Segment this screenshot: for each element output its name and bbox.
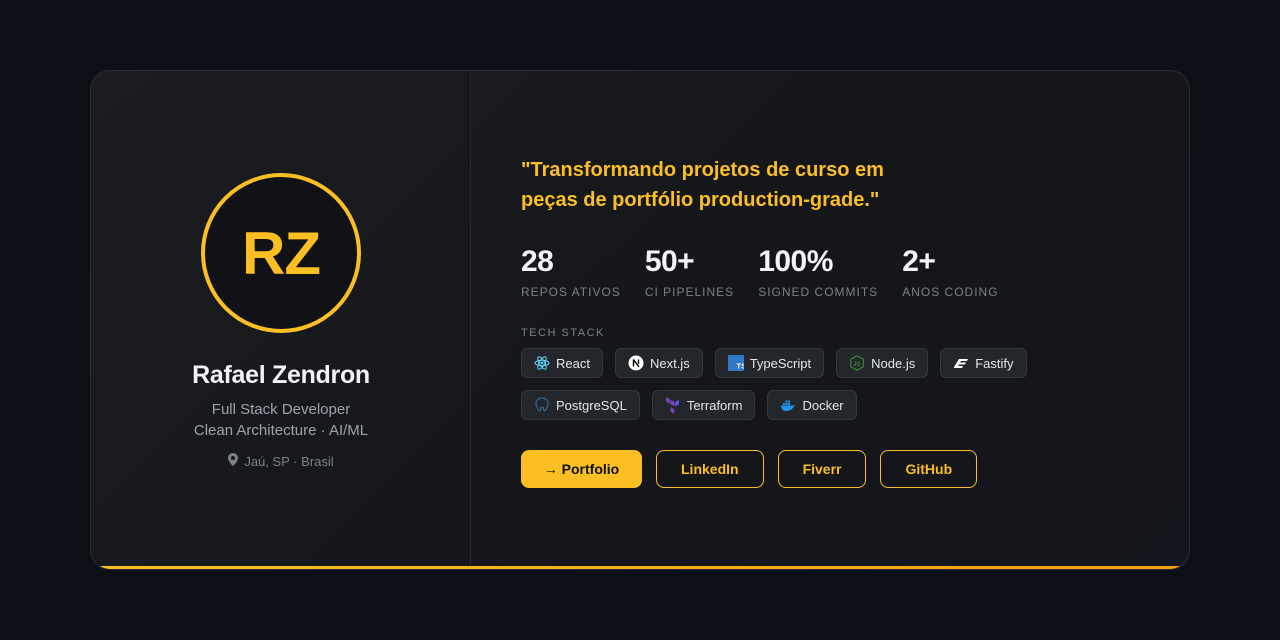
tag-fastify: Fastify [940, 348, 1027, 378]
tech-stack-heading: TECH STACK [521, 327, 605, 339]
details-panel: "Transformando projetos de curso em peça… [521, 71, 1189, 569]
stat-value: 2+ [902, 245, 936, 278]
stat-pipelines: 50+ CI PIPELINES [645, 245, 734, 299]
avatar: RZ [201, 173, 361, 333]
tag-react: React [521, 348, 603, 378]
stat-label: CI PIPELINES [644, 285, 735, 299]
nodejs-icon: JS [849, 355, 865, 371]
tag-typescript: TS TypeScript [714, 348, 825, 378]
stat-commits: 100% SIGNED COMMITS [758, 245, 878, 299]
tag-label: Node.js [871, 355, 916, 371]
tag-docker: Docker [767, 390, 857, 420]
typescript-icon: TS [727, 355, 744, 371]
tag-label: Fastify [975, 355, 1014, 371]
profile-panel: RZ Rafael Zendron Full Stack Developer C… [91, 71, 471, 569]
stat-label: SIGNED COMMITS [758, 285, 879, 299]
tag-nodejs: JS Node.js [836, 348, 929, 378]
profile-specialty: Clean Architecture · AI/ML [193, 422, 369, 439]
docker-icon [780, 397, 796, 413]
tagline-quote: "Transformando projetos de curso em peça… [521, 155, 941, 215]
stat-label: REPOS ATIVOS [521, 285, 621, 299]
tag-nextjs: Next.js [614, 348, 703, 378]
link-buttons: → Portfolio LinkedIn Fiverr GitHub [521, 450, 978, 488]
stat-label: ANOS CODING [902, 285, 999, 299]
terraform-icon [665, 397, 681, 413]
svg-text:TS: TS [736, 362, 744, 371]
fastify-icon [953, 355, 969, 371]
fiverr-button[interactable]: Fiverr [777, 450, 867, 488]
stat-repos: 28 REPOS ATIVOS [521, 245, 621, 299]
quote-line-2: peças de portfólio production-grade." [521, 189, 880, 211]
stat-value: 50+ [644, 245, 695, 278]
svg-text:JS: JS [853, 362, 860, 368]
github-button[interactable]: GitHub [880, 450, 978, 488]
quote-line-1: "Transformando projetos de curso em [521, 159, 884, 181]
tag-terraform: Terraform [651, 390, 756, 420]
profile-location: Jaú, SP · Brasil [91, 453, 471, 469]
tag-label: React [556, 355, 590, 371]
accent-bar [91, 566, 1189, 569]
linkedin-button[interactable]: LinkedIn [656, 450, 764, 488]
location-text: Jaú, SP · Brasil [244, 453, 334, 469]
tag-postgresql: PostgreSQL [521, 390, 640, 420]
stat-years: 2+ ANOS CODING [902, 245, 998, 299]
tag-label: Docker [802, 397, 844, 413]
profile-name: Rafael Zendron [192, 361, 370, 389]
tag-label: Terraform [686, 397, 743, 413]
nextjs-icon [628, 355, 644, 371]
postgresql-icon [534, 397, 550, 413]
portfolio-button[interactable]: → Portfolio [521, 450, 642, 488]
tag-label: Next.js [649, 355, 690, 371]
location-pin-icon [228, 453, 239, 469]
tag-label: TypeScript [749, 355, 812, 371]
stat-value: 100% [758, 245, 833, 278]
stats-row: 28 REPOS ATIVOS 50+ CI PIPELINES 100% SI… [521, 245, 1023, 299]
tech-stack-list: React Next.js TS TypeScript JS Node.js [521, 348, 1061, 420]
profile-card: RZ Rafael Zendron Full Stack Developer C… [90, 70, 1190, 570]
profile-role: Full Stack Developer [211, 401, 351, 418]
react-icon [534, 355, 550, 371]
stat-value: 28 [521, 245, 554, 278]
tag-label: PostgreSQL [556, 397, 627, 413]
